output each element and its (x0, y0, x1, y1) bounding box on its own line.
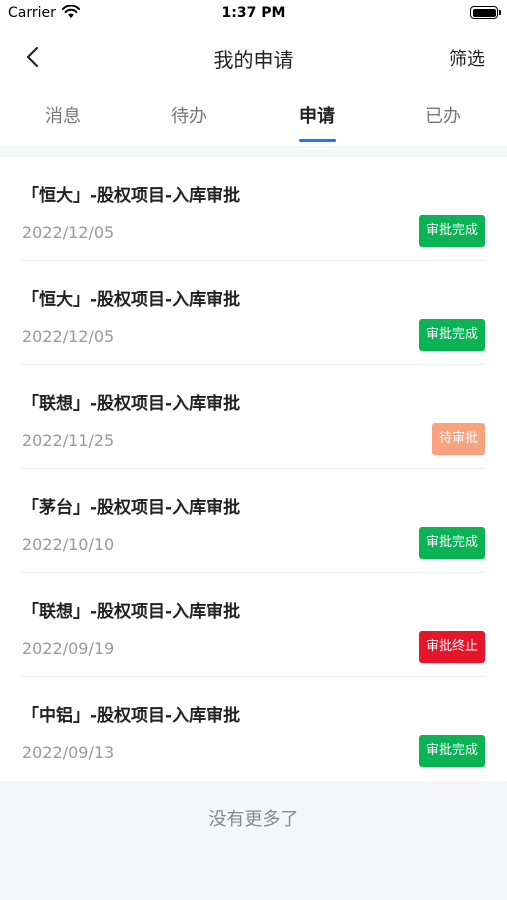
list-footer: 没有更多了 (0, 781, 507, 900)
item-date: 2022/11/25 (22, 431, 115, 450)
status-badge: 审批完成 (418, 735, 485, 767)
item-date: 2022/12/05 (22, 327, 115, 346)
application-list: 「恒大」-股权项目-入库审批 2022/12/05 审批完成 「恒大」-股权项目… (0, 157, 507, 781)
tab-applications[interactable]: 申请 (254, 102, 380, 128)
status-badge: 待审批 (431, 423, 485, 455)
status-badge: 审批完成 (418, 527, 485, 559)
status-badge: 审批终止 (418, 631, 485, 663)
item-title: 「茅台」-股权项目-入库审批 (22, 498, 241, 518)
item-title: 「联想」-股权项目-入库审批 (22, 394, 241, 414)
status-time: 1:37 PM (221, 5, 286, 21)
page-title: 我的申请 (213, 48, 294, 72)
tab-todo[interactable]: 待办 (126, 102, 252, 128)
tab-messages[interactable]: 消息 (0, 102, 126, 128)
active-tab-indicator (299, 139, 336, 142)
tab-done[interactable]: 已办 (380, 102, 506, 128)
battery-icon (470, 6, 501, 19)
item-date: 2022/10/10 (22, 535, 115, 554)
item-date: 2022/09/19 (22, 639, 115, 658)
list-item[interactable]: 「联想」-股权项目-入库审批 2022/11/25 待审批 (22, 365, 485, 469)
item-title: 「恒大」-股权项目-入库审批 (22, 290, 241, 310)
list-item[interactable]: 「恒大」-股权项目-入库审批 2022/12/05 审批完成 (22, 261, 485, 365)
list-item[interactable]: 「联想」-股权项目-入库审批 2022/09/19 审批终止 (22, 573, 485, 677)
item-date: 2022/12/05 (22, 223, 115, 242)
list-item[interactable]: 「中铝」-股权项目-入库审批 2022/09/13 审批完成 (22, 677, 485, 781)
status-bar: Carrier 1:37 PM (0, 0, 507, 30)
status-badge: 审批完成 (418, 215, 485, 247)
item-date: 2022/09/13 (22, 743, 115, 762)
nav-bar: 我的申请 筛选 (0, 30, 507, 84)
status-badge: 审批完成 (418, 319, 485, 351)
filter-button[interactable]: 筛选 (449, 45, 485, 71)
list-item[interactable]: 「茅台」-股权项目-入库审批 2022/10/10 审批完成 (22, 469, 485, 573)
item-title: 「中铝」-股权项目-入库审批 (22, 706, 241, 726)
tab-bar: 消息 待办 申请 已办 (0, 84, 507, 146)
list-item[interactable]: 「恒大」-股权项目-入库审批 2022/12/05 审批完成 (22, 157, 485, 261)
item-title: 「恒大」-股权项目-入库审批 (22, 186, 241, 206)
no-more-label: 没有更多了 (208, 809, 299, 830)
item-title: 「联想」-股权项目-入库审批 (22, 602, 241, 622)
